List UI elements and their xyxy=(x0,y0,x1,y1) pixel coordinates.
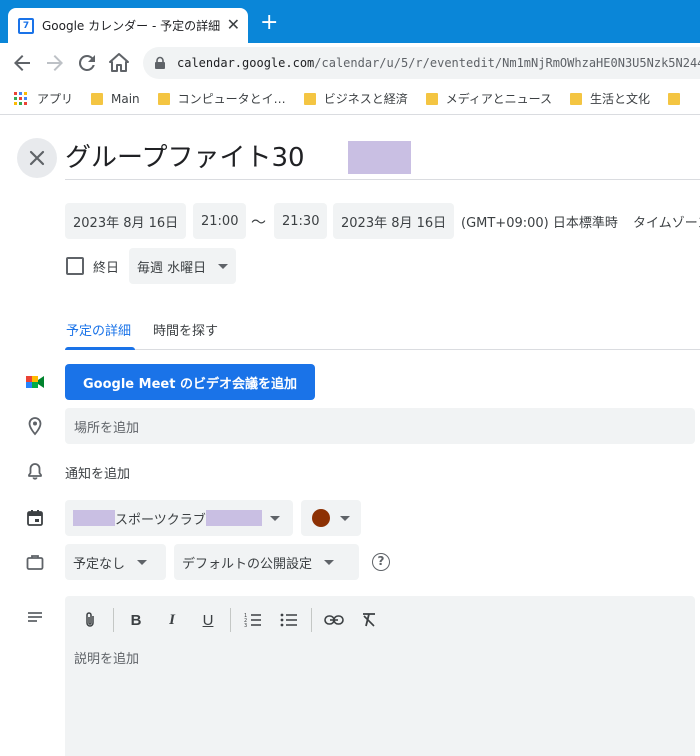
toolbar-divider xyxy=(113,608,114,632)
back-arrow-icon[interactable] xyxy=(10,51,34,75)
apps-grid-icon xyxy=(14,92,27,105)
bookmark-label: メディアとニュース xyxy=(445,92,553,106)
start-date-chip[interactable]: 2023年 8月 16日 xyxy=(65,203,187,239)
end-time-chip[interactable]: 21:30 xyxy=(274,203,328,239)
recurrence-dropdown[interactable]: 毎週 水曜日 xyxy=(129,248,237,284)
end-date-chip[interactable]: 2023年 8月 16日 xyxy=(333,203,455,239)
bookmark-label: 生活と文化 xyxy=(590,92,651,106)
event-color-swatch xyxy=(312,509,330,527)
visibility-value: デフォルトの公開設定 xyxy=(182,556,313,572)
attach-icon[interactable] xyxy=(78,608,102,632)
bookmark-label: ビジネスと経済 xyxy=(323,92,408,106)
calendar-name: スポーツクラブ xyxy=(115,512,206,528)
bold-icon[interactable]: B xyxy=(124,608,148,632)
numbered-list-icon[interactable]: 123 xyxy=(241,608,265,632)
folder-icon xyxy=(570,92,583,105)
recurrence-value: 毎週 水曜日 xyxy=(137,260,207,276)
calendar-icon xyxy=(27,510,43,526)
add-notification-link[interactable]: 通知を追加 xyxy=(65,463,130,482)
bookmark-business[interactable]: ビジネスと経済 xyxy=(303,90,408,107)
close-icon xyxy=(29,150,45,166)
tab-close-icon[interactable]: ✕ xyxy=(227,17,240,33)
calendar-favicon-icon: 7 xyxy=(18,17,34,34)
description-editor[interactable]: B I U 123 説明を追加 xyxy=(65,596,695,756)
timezone-text[interactable]: (GMT+09:00) 日本標準時 xyxy=(461,212,618,231)
bookmark-main[interactable]: Main xyxy=(91,92,140,106)
bookmark-overflow[interactable] xyxy=(668,92,688,105)
tab-title: Google カレンダー - 予定の詳細 xyxy=(42,19,221,33)
folder-icon xyxy=(157,92,170,105)
italic-icon[interactable]: I xyxy=(160,608,184,632)
chevron-down-icon xyxy=(324,559,335,565)
lock-icon[interactable] xyxy=(153,56,167,70)
availability-value: 予定なし xyxy=(73,556,126,572)
reload-icon[interactable] xyxy=(75,51,99,75)
remove-format-icon[interactable] xyxy=(357,608,381,632)
home-icon[interactable] xyxy=(107,51,131,75)
description-lines-icon xyxy=(28,612,42,622)
toolbar-divider xyxy=(230,608,231,632)
address-bar: calendar.google.com/calendar/u/5/r/event… xyxy=(0,43,700,83)
bookmark-label: コンピュータとイ… xyxy=(177,92,286,106)
chevron-down-icon xyxy=(137,559,148,565)
visibility-dropdown[interactable]: デフォルトの公開設定 xyxy=(174,544,359,580)
bookmark-label: アプリ xyxy=(37,92,74,106)
bookmark-label: Main xyxy=(111,91,140,106)
svg-text:3: 3 xyxy=(244,623,247,628)
add-google-meet-button[interactable]: Google Meet のビデオ会議を追加 xyxy=(65,364,315,400)
url-path: /calendar/u/5/r/eventedit/Nm1mNjRmOWhzaH… xyxy=(314,56,700,70)
active-tab-indicator xyxy=(65,347,135,350)
event-title-field[interactable]: グループファイト30 xyxy=(65,136,700,180)
description-placeholder[interactable]: 説明を追加 xyxy=(74,648,139,667)
url-text: calendar.google.com/calendar/u/5/r/event… xyxy=(177,56,700,70)
briefcase-icon xyxy=(26,555,44,570)
chevron-down-icon xyxy=(218,263,229,269)
time-separator: 〜 xyxy=(251,213,267,231)
bookmark-media[interactable]: メディアとニュース xyxy=(425,90,553,107)
browser-tab-bar: 7 Google カレンダー - 予定の詳細 ✕ + xyxy=(0,0,700,43)
all-day-label: 終日 xyxy=(93,261,120,276)
close-button[interactable] xyxy=(17,138,57,178)
redacted-block xyxy=(205,510,262,526)
detail-tabs: 予定の詳細 時間を探す xyxy=(65,316,700,350)
tab-event-details[interactable]: 予定の詳細 xyxy=(66,320,131,339)
location-pin-icon xyxy=(28,417,42,436)
google-meet-icon xyxy=(26,376,44,388)
toolbar-divider xyxy=(311,608,312,632)
bookmark-computers[interactable]: コンピュータとイ… xyxy=(157,90,286,107)
bookmark-apps[interactable]: アプリ xyxy=(14,90,73,107)
folder-icon xyxy=(425,92,438,105)
location-input[interactable]: 場所を追加 xyxy=(65,408,695,444)
chevron-down-icon xyxy=(269,515,280,521)
tab-find-time[interactable]: 時間を探す xyxy=(153,320,218,339)
browser-tab[interactable]: 7 Google カレンダー - 予定の詳細 ✕ xyxy=(8,8,248,43)
url-host: calendar.google.com xyxy=(177,56,315,70)
help-icon[interactable]: ? xyxy=(372,553,390,571)
all-day-checkbox[interactable] xyxy=(66,257,84,275)
bulleted-list-icon[interactable] xyxy=(277,608,301,632)
availability-dropdown[interactable]: 予定なし xyxy=(65,544,166,580)
url-omnibox[interactable]: calendar.google.com/calendar/u/5/r/event… xyxy=(143,47,700,79)
folder-icon xyxy=(91,92,104,105)
bookmarks-bar: アプリ Main コンピュータとイ… ビジネスと経済 メディアとニュース 生活と… xyxy=(0,83,700,115)
timezone-link[interactable]: タイムゾーン xyxy=(633,212,700,231)
new-tab-icon[interactable]: + xyxy=(260,12,278,34)
bookmark-life[interactable]: 生活と文化 xyxy=(570,90,650,107)
start-time-chip[interactable]: 21:00 xyxy=(193,203,247,239)
event-title: グループファイト30 xyxy=(65,143,305,173)
forward-arrow-icon[interactable] xyxy=(43,51,67,75)
underline-icon[interactable]: U xyxy=(196,608,220,632)
event-color-dropdown[interactable] xyxy=(301,500,361,536)
favicon-text: 7 xyxy=(20,19,32,32)
calendar-select-dropdown[interactable]: スポーツクラブ xyxy=(65,500,293,536)
redacted-block xyxy=(348,141,411,174)
redacted-block xyxy=(73,510,115,526)
link-icon[interactable] xyxy=(322,608,346,632)
folder-icon xyxy=(303,92,316,105)
folder-icon xyxy=(668,92,681,105)
bell-icon xyxy=(28,463,42,480)
chevron-down-icon xyxy=(340,515,350,521)
